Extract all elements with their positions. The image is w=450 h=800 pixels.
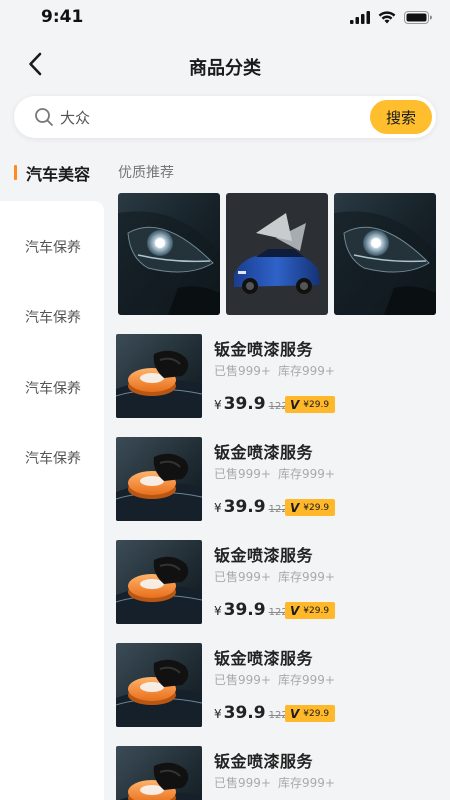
status-icons (350, 9, 432, 28)
currency-symbol: ¥ (214, 604, 222, 618)
product-card[interactable]: 钣金喷漆服务 已售999+ 库存999+ ¥ 39.9 122 V ¥29.9 (116, 334, 436, 424)
sidebar-item-label: 汽车美容 (26, 165, 91, 184)
active-indicator (14, 165, 17, 180)
banner-blue-car-image[interactable] (226, 193, 328, 315)
vip-price-badge: V ¥29.9 (285, 602, 335, 619)
stock-count: 库存999+ (278, 364, 335, 378)
price: ¥ 39.9 122 (214, 394, 288, 416)
sidebar-item-label: 汽车保养 (25, 451, 81, 467)
stock-count: 库存999+ (278, 467, 335, 481)
sidebar-item-active[interactable]: 汽车美容 (0, 150, 104, 196)
price: ¥ 39.9 122 (214, 497, 288, 519)
sold-count: 已售999+ (214, 673, 271, 687)
product-title: 钣金喷漆服务 (214, 546, 314, 565)
sidebar-item[interactable]: 汽车保养 (0, 372, 104, 402)
stock-count: 库存999+ (278, 570, 335, 584)
product-card[interactable]: 钣金喷漆服务 已售999+ 库存999+ ¥ 39.9 122 V ¥29.9 (116, 643, 436, 733)
product-title: 钣金喷漆服务 (214, 340, 314, 359)
page-title: 商品分类 (189, 58, 261, 79)
section-title: 优质推荐 (118, 165, 174, 181)
sidebar-item[interactable]: 汽车保养 (0, 442, 104, 472)
sold-count: 已售999+ (214, 776, 271, 790)
sidebar-item-label: 汽车保养 (25, 240, 81, 256)
stock-count: 库存999+ (278, 673, 335, 687)
product-card[interactable]: 钣金喷漆服务 已售999+ 库存999+ ¥ 39.9 122 V ¥29.9 (116, 540, 436, 630)
price-value: 39.9 (223, 703, 266, 723)
vip-mark: V (290, 603, 300, 618)
signal-icon (350, 9, 370, 28)
vip-price-badge: V ¥29.9 (285, 396, 335, 413)
product-title: 钣金喷漆服务 (214, 649, 314, 668)
currency-symbol: ¥ (214, 501, 222, 515)
search-button[interactable]: 搜索 (370, 100, 432, 134)
status-bar: 9:41 (0, 0, 450, 34)
product-thumbnail (116, 437, 202, 521)
currency-symbol: ¥ (214, 398, 222, 412)
sold-count: 已售999+ (214, 467, 271, 481)
status-time: 9:41 (41, 7, 84, 27)
price: ¥ 39.9 122 (214, 703, 288, 725)
product-card[interactable]: 钣金喷漆服务 已售999+ 库存999+ ¥ 39.9 122 V ¥29.9 (116, 746, 436, 800)
vip-price-badge: V ¥29.9 (285, 705, 335, 722)
product-thumbnail (116, 540, 202, 624)
product-title: 钣金喷漆服务 (214, 443, 314, 462)
search-icon (34, 107, 54, 127)
price-value: 39.9 (223, 600, 266, 620)
battery-icon (404, 9, 432, 28)
product-title: 钣金喷漆服务 (214, 752, 314, 771)
vip-mark: V (290, 500, 300, 515)
sold-count: 已售999+ (214, 570, 271, 584)
category-sidebar: 汽车保养 汽车保养 汽车保养 汽车保养 (0, 201, 104, 800)
product-thumbnail (116, 746, 202, 800)
product-card[interactable]: 钣金喷漆服务 已售999+ 库存999+ ¥ 39.9 122 V ¥29.9 (116, 437, 436, 527)
product-thumbnail (116, 334, 202, 418)
nav-bar: 商品分类 (0, 40, 450, 92)
sidebar-item-label: 汽车保养 (25, 310, 81, 326)
stock-count: 库存999+ (278, 776, 335, 790)
banner-headlight-image[interactable] (334, 193, 436, 315)
wifi-icon (378, 9, 396, 28)
price: ¥ 39.9 122 (214, 600, 288, 622)
sidebar-item-label: 汽车保养 (25, 381, 81, 397)
vip-price: ¥29.9 (303, 502, 330, 513)
search-input[interactable] (60, 104, 360, 130)
vip-mark: V (290, 397, 300, 412)
sidebar-item[interactable]: 汽车保养 (0, 301, 104, 331)
price-value: 39.9 (223, 497, 266, 517)
price-value: 39.9 (223, 394, 266, 414)
vip-price: ¥29.9 (303, 605, 330, 616)
vip-mark: V (290, 706, 300, 721)
currency-symbol: ¥ (214, 707, 222, 721)
sidebar-item[interactable]: 汽车保养 (0, 231, 104, 261)
sold-count: 已售999+ (214, 364, 271, 378)
product-thumbnail (116, 643, 202, 727)
banner-headlight-image[interactable] (118, 193, 220, 315)
vip-price: ¥29.9 (303, 399, 330, 410)
search-bar: 搜索 (14, 96, 436, 138)
vip-price: ¥29.9 (303, 708, 330, 719)
vip-price-badge: V ¥29.9 (285, 499, 335, 516)
